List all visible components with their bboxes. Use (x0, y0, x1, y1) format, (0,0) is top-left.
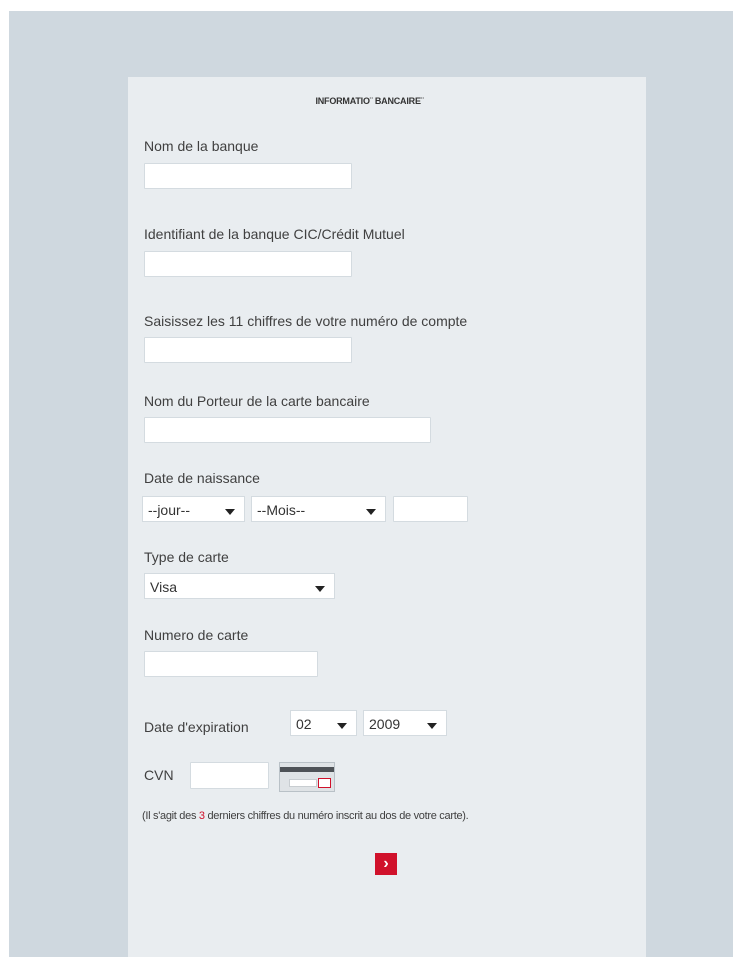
cvn-input[interactable] (190, 762, 269, 789)
card-type-value: Visa (150, 579, 177, 595)
chevron-down-icon (315, 586, 325, 592)
bank-name-input[interactable] (144, 163, 352, 189)
birth-month-select[interactable]: --Mois-- (251, 496, 386, 522)
card-back-cvv-icon (279, 762, 335, 792)
birth-date-label: Date de naissance (144, 470, 260, 486)
card-type-label: Type de carte (144, 549, 229, 565)
expiration-year-value: 2009 (369, 716, 401, 732)
chevron-right-icon: › (383, 855, 389, 872)
birth-day-select[interactable]: --jour-- (142, 496, 245, 522)
cvn-help-after: derniers chiffres du numéro inscrit au d… (204, 810, 469, 822)
expiration-month-select[interactable]: 02 (290, 710, 357, 736)
cvn-label: CVN (144, 767, 174, 783)
submit-button[interactable]: › (375, 853, 397, 875)
bank-id-label: Identifiant de la banque CIC/Crédit Mutu… (144, 226, 405, 242)
chevron-down-icon (366, 509, 376, 515)
account-number-input[interactable] (144, 337, 352, 363)
chevron-down-icon (337, 723, 347, 729)
birth-month-value: --Mois-- (257, 502, 306, 518)
chevron-down-icon (427, 723, 437, 729)
card-holder-input[interactable] (144, 417, 431, 443)
card-holder-label: Nom du Porteur de la carte bancaire (144, 393, 370, 409)
card-type-select[interactable]: Visa (144, 573, 335, 599)
expiration-label: Date d'expiration (144, 719, 249, 735)
expiration-month-value: 02 (296, 716, 312, 732)
form-title: INFORMATIO¨ BANCAIRE¨ (315, 96, 424, 106)
birth-year-input[interactable] (393, 496, 468, 522)
chevron-down-icon (225, 509, 235, 515)
cvn-help-before: (Il s'agit des (142, 810, 199, 822)
card-number-label: Numero de carte (144, 627, 249, 643)
expiration-year-select[interactable]: 2009 (363, 710, 447, 736)
cvn-help-text: (Il s'agit des 3 derniers chiffres du nu… (142, 810, 469, 822)
bank-id-input[interactable] (144, 251, 352, 277)
bank-name-label: Nom de la banque (144, 138, 259, 154)
birth-day-value: --jour-- (148, 502, 190, 518)
card-number-input[interactable] (144, 651, 318, 677)
account-number-label: Saisissez les 11 chiffres de votre numér… (144, 313, 468, 329)
